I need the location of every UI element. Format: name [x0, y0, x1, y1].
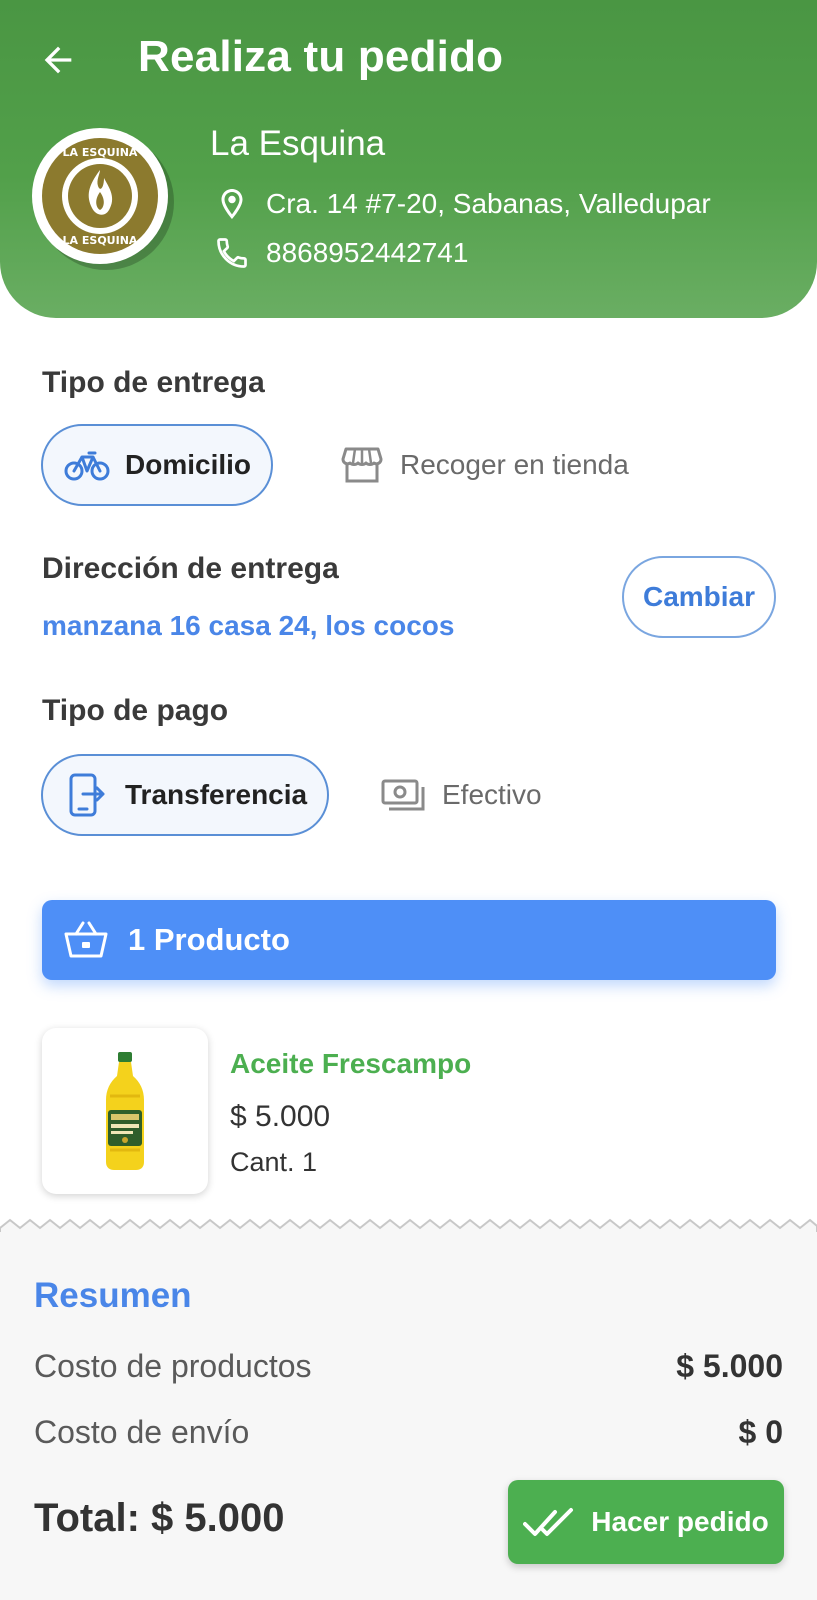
payment-option-transferencia[interactable]: Transferencia: [41, 754, 330, 836]
bicycle-icon: [63, 441, 111, 489]
payment-option-label: Efectivo: [442, 779, 542, 810]
product-image-card[interactable]: [42, 1028, 208, 1194]
double-check-icon: [523, 1502, 577, 1542]
delivery-address: manzana 16 casa 24, los cocos: [42, 610, 455, 641]
payment-option-label: Transferencia: [125, 779, 308, 810]
products-cost-value: $ 5.000: [676, 1348, 783, 1384]
cash-icon: [380, 771, 428, 819]
delivery-option-recoger[interactable]: Recoger en tienda: [318, 424, 649, 506]
store-logo-image: LA ESQUINA LA ESQUINA: [42, 138, 158, 254]
products-count-bar[interactable]: 1 Producto: [42, 900, 776, 980]
product-name[interactable]: Aceite Frescampo: [230, 1048, 471, 1080]
store-address: Cra. 14 #7-20, Sabanas, Valledupar: [266, 188, 711, 219]
arrow-left-icon: [44, 46, 72, 74]
payment-type-title: Tipo de pago: [42, 694, 229, 727]
change-address-button[interactable]: Cambiar: [622, 556, 776, 638]
product-price: $ 5.000: [230, 1100, 331, 1133]
header: Realiza tu pedido LA ESQUINA LA ESQUINA …: [0, 0, 817, 318]
store-name: La Esquina: [210, 124, 386, 163]
storefront-icon: [338, 441, 386, 489]
shipping-cost-value: $ 0: [738, 1414, 783, 1450]
store-address-row: Cra. 14 #7-20, Sabanas, Valledupar: [212, 184, 711, 224]
products-count-label: 1 Producto: [128, 922, 290, 957]
store-logo: LA ESQUINA LA ESQUINA: [32, 128, 174, 270]
location-pin-icon: [212, 184, 252, 224]
address-title: Dirección de entrega: [42, 552, 339, 585]
summary-title: Resumen: [34, 1276, 192, 1315]
shipping-cost-label: Costo de envío: [34, 1414, 250, 1450]
delivery-option-label: Recoger en tienda: [400, 449, 629, 480]
oil-bottle-image: [106, 1052, 144, 1170]
product-quantity: Cant. 1: [230, 1147, 318, 1177]
place-order-button[interactable]: Hacer pedido: [508, 1480, 784, 1564]
delivery-type-title: Tipo de entrega: [42, 366, 265, 399]
delivery-option-label: Domicilio: [125, 449, 252, 480]
products-cost-label: Costo de productos: [34, 1348, 312, 1384]
order-total: Total: $ 5.000: [34, 1496, 285, 1540]
payment-option-efectivo[interactable]: Efectivo: [360, 754, 562, 836]
logo-lettering-top: LA ESQUINA: [63, 146, 138, 159]
back-button[interactable]: [36, 38, 80, 82]
store-phone-row: 8868952442741: [212, 233, 468, 273]
mobile-transfer-icon: [63, 771, 111, 819]
place-order-label: Hacer pedido: [591, 1506, 769, 1537]
phone-icon: [212, 233, 252, 273]
page-title: Realiza tu pedido: [138, 32, 504, 81]
logo-lettering-bottom: LA ESQUINA: [63, 234, 138, 247]
basket-icon: [62, 916, 110, 964]
delivery-option-domicilio[interactable]: Domicilio: [41, 424, 274, 506]
store-phone: 8868952442741: [266, 237, 469, 268]
